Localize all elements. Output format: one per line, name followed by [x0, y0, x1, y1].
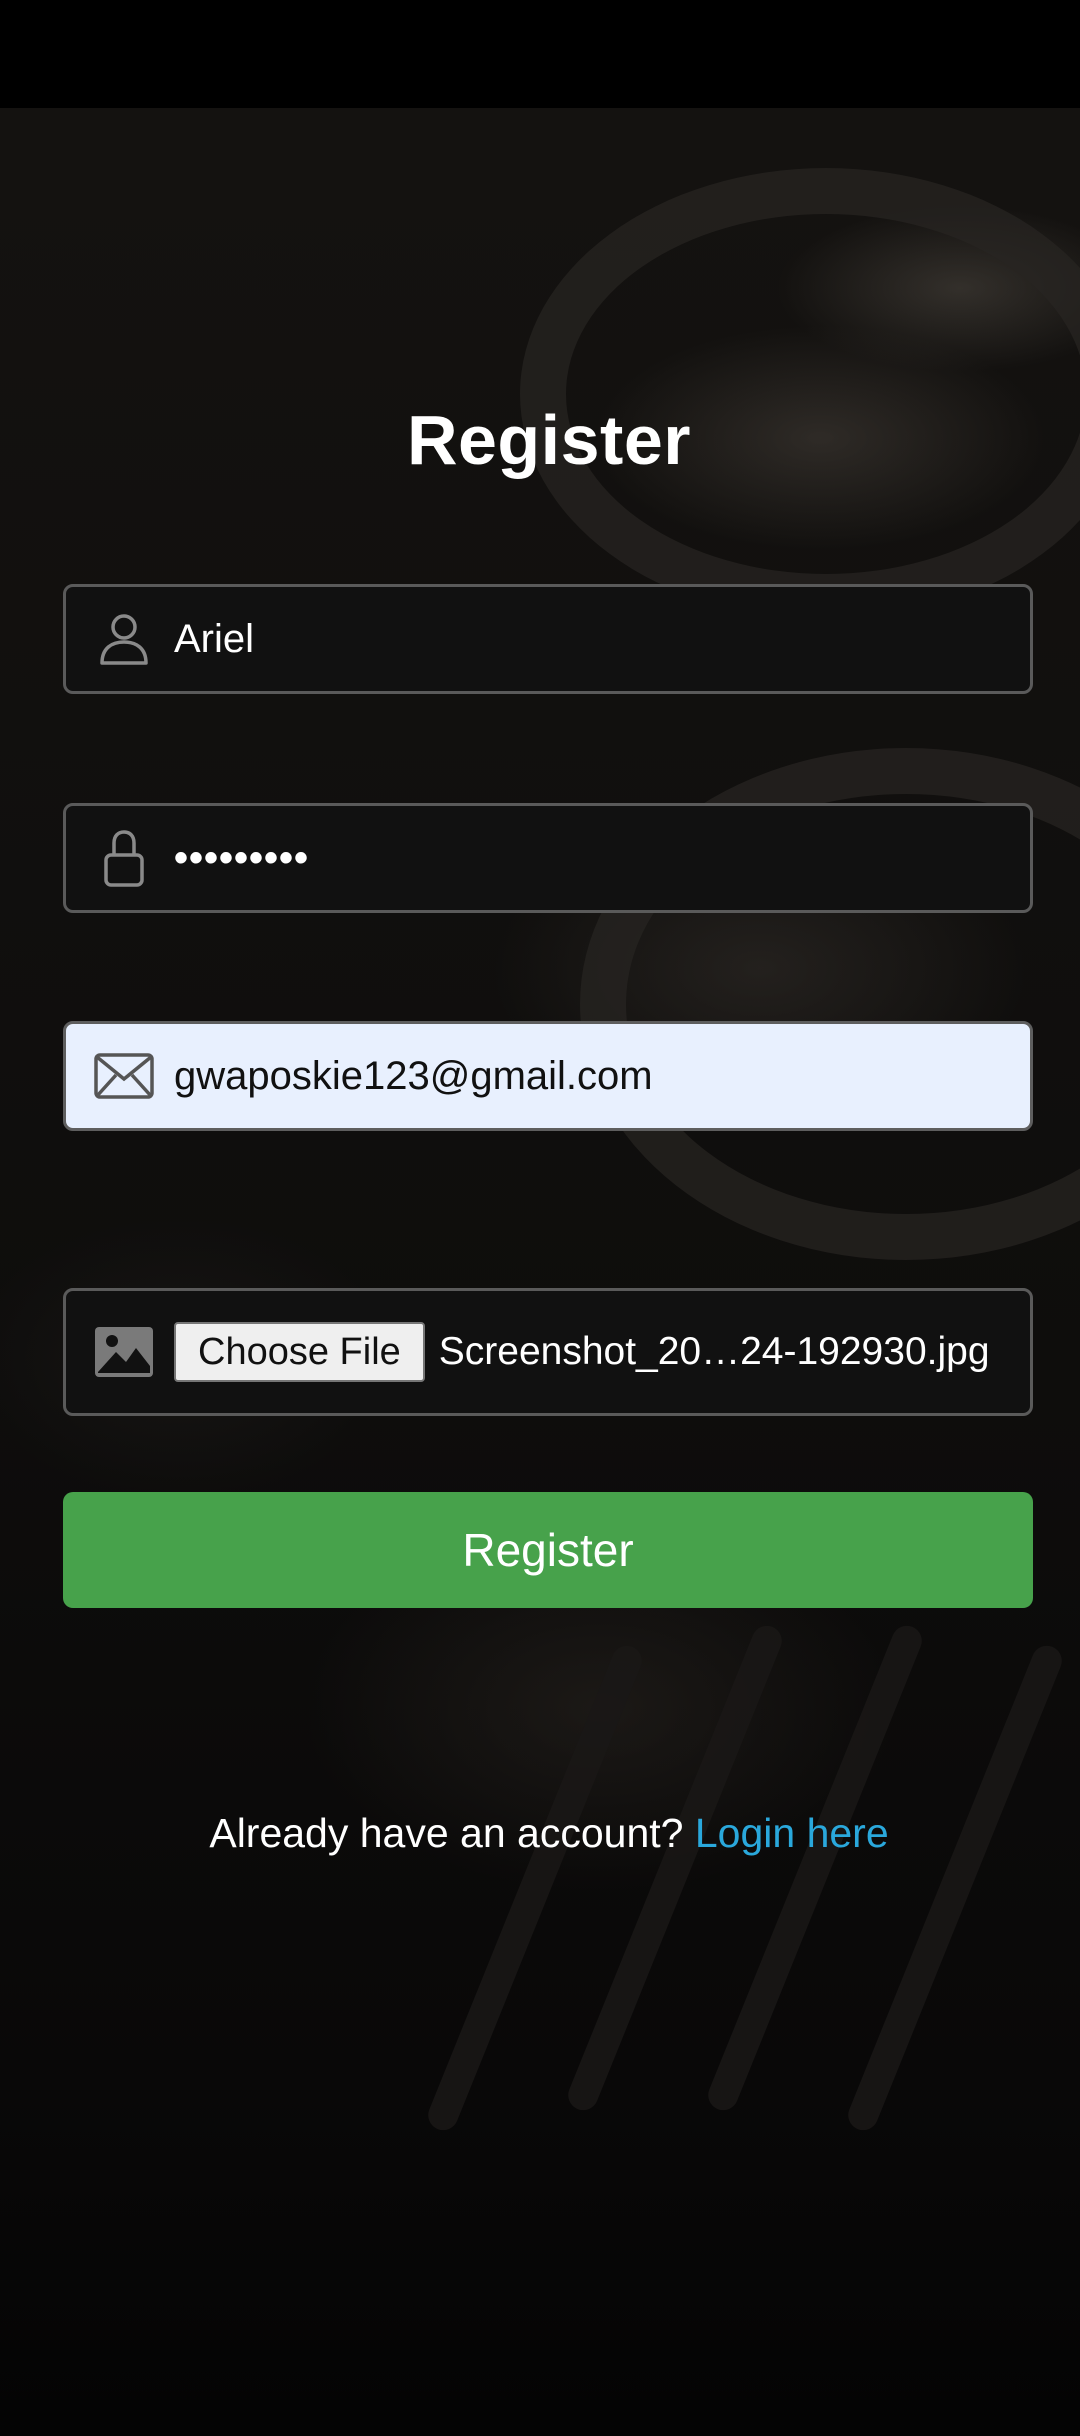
page-title: Register: [406, 401, 692, 479]
mail-icon: [94, 1046, 154, 1106]
user-icon: [94, 609, 154, 669]
login-prompt-text: Already have an account?: [209, 1810, 684, 1856]
background-shape: [520, 168, 1080, 620]
status-bar: [0, 0, 1080, 108]
register-button[interactable]: Register: [63, 1492, 1033, 1608]
password-value[interactable]: •••••••••: [174, 836, 309, 881]
choose-file-button[interactable]: Choose File: [174, 1322, 425, 1382]
username-field[interactable]: Ariel: [63, 584, 1033, 694]
login-link[interactable]: Login here: [695, 1810, 889, 1856]
email-value[interactable]: gwaposkie123@gmail.com: [174, 1054, 653, 1099]
image-icon: [94, 1322, 154, 1382]
password-field[interactable]: •••••••••: [63, 803, 1033, 913]
register-screen: Register Ariel ••••••••• gwaposkie123@gm…: [0, 0, 1080, 2436]
lock-icon: [94, 828, 154, 888]
login-prompt: Already have an account? Login here: [0, 1810, 1080, 1857]
profile-image-field: Choose File Screenshot_20…24-192930.jpg: [63, 1288, 1033, 1416]
username-value[interactable]: Ariel: [174, 617, 254, 662]
selected-file-name: Screenshot_20…24-192930.jpg: [438, 1330, 990, 1373]
email-field[interactable]: gwaposkie123@gmail.com: [63, 1021, 1033, 1131]
